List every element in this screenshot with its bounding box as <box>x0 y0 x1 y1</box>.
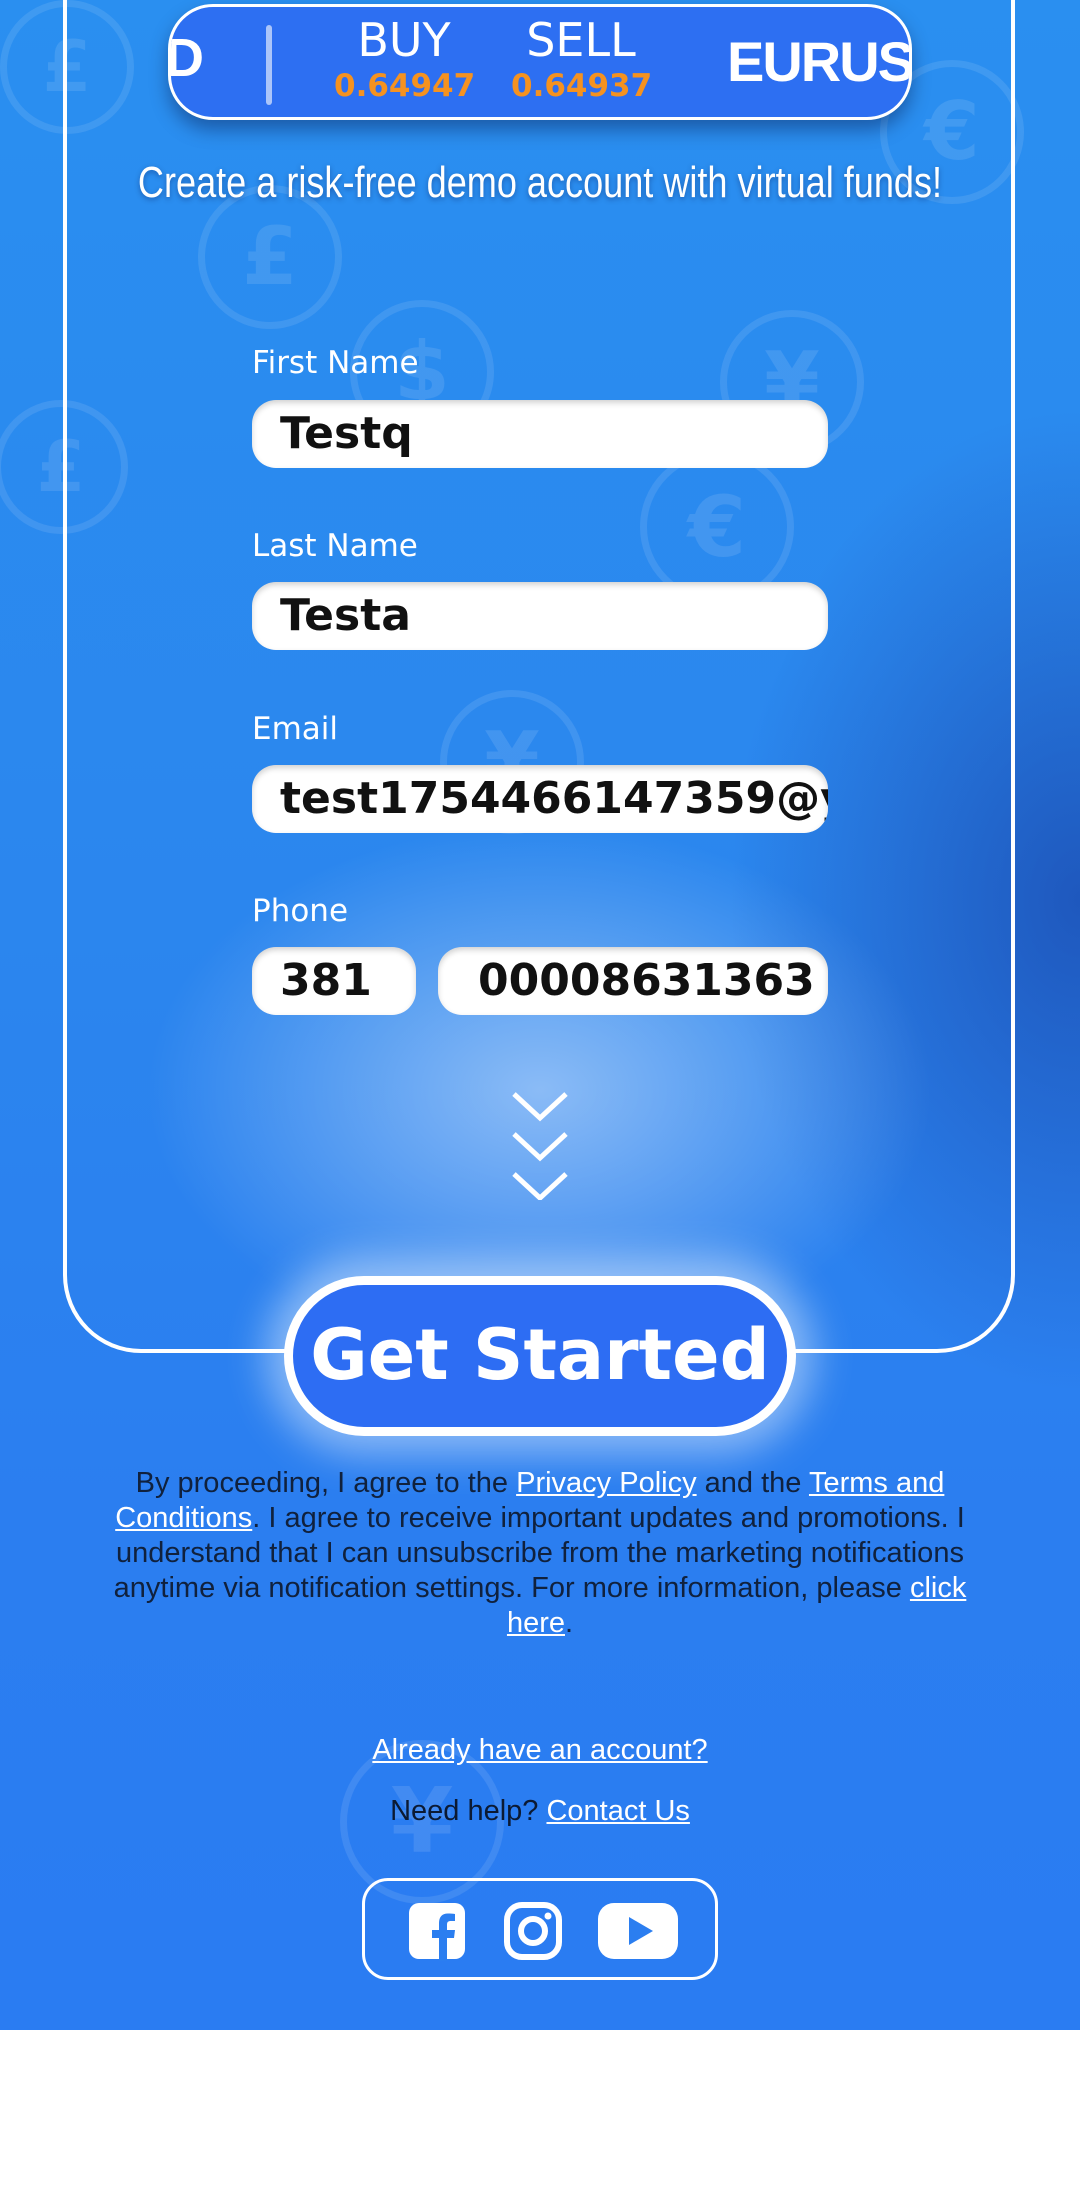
instagram-icon[interactable] <box>503 1901 563 1961</box>
last-name-label: Last Name <box>252 528 418 564</box>
contact-us-link[interactable]: Contact Us <box>546 1795 689 1827</box>
buy-price: 0.64947 <box>334 68 476 104</box>
hero-background: £ £ $ ¥ € £ € ¥ ¥ D BUY 0.64947 SELL 0.6… <box>0 0 1080 2030</box>
phone-label: Phone <box>252 893 349 929</box>
sell-column: SELL 0.64937 <box>511 13 653 105</box>
legal-text: By proceeding, I agree to the <box>135 1467 517 1499</box>
sell-price: 0.64937 <box>511 68 653 104</box>
legal-consent-text: By proceeding, I agree to the Privacy Po… <box>90 1466 990 1641</box>
phone-code-field[interactable]: 381 <box>252 947 416 1015</box>
get-started-button[interactable]: Get Started <box>284 1276 796 1436</box>
legal-text: . <box>564 1607 574 1639</box>
first-name-label: First Name <box>252 345 419 381</box>
ticker-divider <box>266 25 272 105</box>
scroll-down-chevrons-icon <box>512 1092 568 1200</box>
sell-label: SELL <box>526 13 636 67</box>
already-have-account-link[interactable]: Already have an account? <box>372 1734 707 1766</box>
social-links <box>362 1878 718 1980</box>
legal-text: and the <box>696 1467 809 1499</box>
privacy-policy-link[interactable]: Privacy Policy <box>516 1467 697 1499</box>
help-row: Need help? Contact Us <box>0 1795 1080 1828</box>
email-field[interactable]: test1754466147359@yop <box>252 765 828 833</box>
ticker-pair: EURUS <box>726 30 912 93</box>
first-name-field[interactable]: Testq <box>252 400 828 468</box>
facebook-icon[interactable] <box>407 1901 467 1961</box>
ticker-left-fragment: D <box>168 28 204 88</box>
buy-column: BUY 0.64947 <box>334 13 476 105</box>
youtube-icon[interactable] <box>597 1901 679 1961</box>
tagline: Create a risk-free demo account with vir… <box>137 158 943 207</box>
price-ticker: D BUY 0.64947 SELL 0.64937 EURUS <box>168 4 912 120</box>
login-row: Already have an account? <box>0 1734 1080 1767</box>
email-label: Email <box>252 711 339 747</box>
last-name-field[interactable]: Testa <box>252 582 828 650</box>
phone-number-field[interactable]: 00008631363 <box>438 947 828 1015</box>
need-help-text: Need help? <box>390 1795 547 1827</box>
buy-label: BUY <box>357 13 451 67</box>
